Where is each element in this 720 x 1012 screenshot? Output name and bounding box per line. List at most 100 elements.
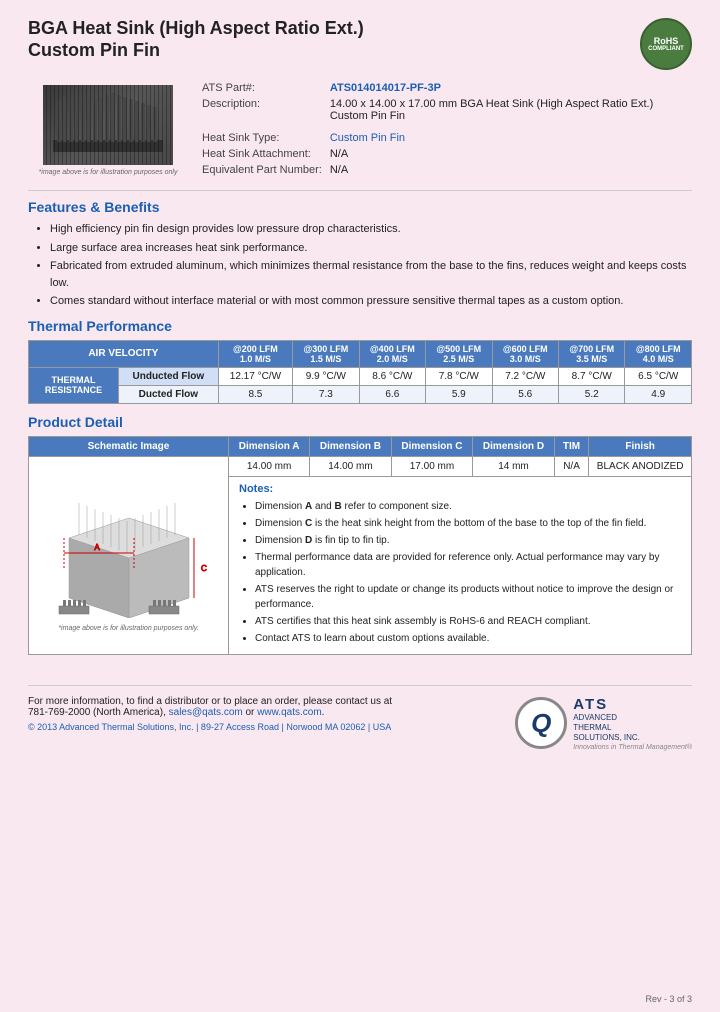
features-section: Features & Benefits High efficiency pin …: [28, 199, 692, 310]
note-item-2: Dimension D is fin tip to fin tip.: [255, 533, 681, 548]
footer-address: | 89-27 Access Road | Norwood MA 02062 |…: [196, 722, 391, 732]
attachment-value: N/A: [326, 146, 692, 162]
finish-value: BLACK ANODIZED: [589, 456, 692, 476]
unducted-val-3: 7.8 °C/W: [426, 367, 492, 385]
description-value: 14.00 x 14.00 x 17.00 mm BGA Heat Sink (…: [326, 96, 692, 124]
ducted-label: Ducted Flow: [119, 385, 219, 403]
dim-a-value: 14.00 mm: [229, 456, 310, 476]
dim-d-header: Dimension D: [473, 436, 555, 456]
col-header-1: @300 LFM 1.5 M/S: [293, 340, 359, 367]
thermal-performance-section: Thermal Performance AIR VELOCITY @200 LF…: [28, 318, 692, 404]
unducted-val-1: 9.9 °C/W: [293, 367, 359, 385]
page-number: Rev - 3 of 3: [645, 994, 692, 1004]
part-details: ATS Part#: ATS014014017-PF-3P Descriptio…: [188, 80, 692, 180]
notes-cell: Notes: Dimension A and B refer to compon…: [229, 476, 692, 654]
note-item-4: ATS reserves the right to update or chan…: [255, 582, 681, 612]
tim-header: TIM: [554, 436, 589, 456]
svg-text:C: C: [201, 564, 207, 573]
heatsink-type-label: Heat Sink Type:: [198, 130, 326, 146]
finish-header: Finish: [589, 436, 692, 456]
title-block: BGA Heat Sink (High Aspect Ratio Ext.) C…: [28, 18, 364, 61]
col-header-4: @600 LFM 3.0 M/S: [492, 340, 558, 367]
ats-text-block: ATS ADVANCED THERMAL SOLUTIONS, INC. Inn…: [573, 696, 692, 751]
ats-tagline: Innovations in Thermal Management®: [573, 744, 692, 751]
part-info-section: *image above is for illustration purpose…: [28, 80, 692, 180]
schematic-header: Schematic Image: [29, 436, 229, 456]
footer-logo: Q ATS ADVANCED THERMAL SOLUTIONS, INC. I…: [515, 696, 692, 751]
dim-c-header: Dimension C: [391, 436, 473, 456]
rohs-label: RoHS: [654, 36, 679, 46]
ducted-val-0: 8.5: [218, 385, 292, 403]
description-label: Description:: [198, 96, 326, 124]
dim-a-header: Dimension A: [229, 436, 310, 456]
notes-title: Notes:: [239, 483, 681, 495]
header-row: BGA Heat Sink (High Aspect Ratio Ext.) C…: [28, 18, 692, 70]
schematic-image-cell: A C: [29, 456, 229, 654]
col-header-0: @200 LFM 1.0 M/S: [218, 340, 292, 367]
col-header-6: @800 LFM 4.0 M/S: [625, 340, 692, 367]
ducted-val-5: 5.2: [558, 385, 624, 403]
ducted-val-4: 5.6: [492, 385, 558, 403]
col-header-2: @400 LFM 2.0 M/S: [359, 340, 425, 367]
feature-item: High efficiency pin fin design provides …: [50, 221, 692, 238]
ats-full2: THERMAL: [573, 723, 692, 733]
ducted-val-1: 7.3: [293, 385, 359, 403]
unducted-label: Unducted Flow: [119, 367, 219, 385]
note-item-6: Contact ATS to learn about custom option…: [255, 631, 681, 646]
equivalent-label: Equivalent Part Number:: [198, 162, 326, 178]
footer-or: or: [246, 707, 255, 718]
features-list: High efficiency pin fin design provides …: [28, 221, 692, 310]
col-header-3: @500 LFM 2.5 M/S: [426, 340, 492, 367]
ats-name: ATS: [573, 696, 692, 713]
note-item-1: Dimension C is the heat sink height from…: [255, 516, 681, 531]
ats-full3: SOLUTIONS, INC.: [573, 733, 692, 743]
footer-left: For more information, to find a distribu…: [28, 696, 392, 732]
dim-b-value: 14.00 mm: [310, 456, 392, 476]
unducted-val-5: 8.7 °C/W: [558, 367, 624, 385]
contact-text: For more information, to find a distribu…: [28, 696, 392, 707]
product-detail-title: Product Detail: [28, 414, 692, 430]
tim-value: N/A: [554, 456, 589, 476]
rohs-badge: RoHS COMPLIANT: [640, 18, 692, 70]
note-item-3: Thermal performance data are provided fo…: [255, 550, 681, 580]
svg-text:A: A: [94, 543, 100, 552]
notes-list: Dimension A and B refer to component siz…: [239, 499, 681, 646]
page: BGA Heat Sink (High Aspect Ratio Ext.) C…: [0, 0, 720, 1012]
product-image: [43, 85, 173, 165]
heatsink-type-value: Custom Pin Fin: [326, 130, 692, 146]
equivalent-value: N/A: [326, 162, 692, 178]
thermal-resistance-label: THERMAL RESISTANCE: [29, 367, 119, 403]
title-line2: Custom Pin Fin: [28, 40, 364, 62]
dim-c-value: 17.00 mm: [391, 456, 473, 476]
feature-item: Large surface area increases heat sink p…: [50, 240, 692, 257]
attachment-label: Heat Sink Attachment:: [198, 146, 326, 162]
ats-part-value: ATS014014017-PF-3P: [326, 80, 692, 96]
footer-phone: 781-769-2000 (North America),: [28, 707, 166, 718]
note-item-5: ATS certifies that this heat sink assemb…: [255, 614, 681, 629]
air-velocity-header: AIR VELOCITY: [29, 340, 219, 367]
features-title: Features & Benefits: [28, 199, 692, 215]
divider1: [28, 190, 692, 191]
product-image-block: *image above is for illustration purpose…: [28, 80, 188, 180]
thermal-performance-title: Thermal Performance: [28, 318, 692, 334]
ats-part-label: ATS Part#:: [198, 80, 326, 96]
unducted-val-6: 6.5 °C/W: [625, 367, 692, 385]
feature-item: Fabricated from extruded aluminum, which…: [50, 258, 692, 291]
ats-q-logo: Q: [515, 697, 567, 749]
ats-full1: ADVANCED: [573, 713, 692, 723]
thermal-table: AIR VELOCITY @200 LFM 1.0 M/S @300 LFM 1…: [28, 340, 692, 404]
footer: For more information, to find a distribu…: [28, 685, 692, 751]
footer-copyright: © 2013 Advanced Thermal Solutions, Inc. …: [28, 722, 392, 732]
dim-d-value: 14 mm: [473, 456, 555, 476]
unducted-val-2: 8.6 °C/W: [359, 367, 425, 385]
product-detail-section: Product Detail Schematic Image Dimension…: [28, 414, 692, 655]
unducted-val-0: 12.17 °C/W: [218, 367, 292, 385]
product-detail-outer: Schematic Image Dimension A Dimension B …: [28, 436, 692, 655]
footer-website[interactable]: www.qats.com: [257, 707, 321, 718]
image-caption: *image above is for illustration purpose…: [39, 169, 178, 176]
dim-b-header: Dimension B: [310, 436, 392, 456]
footer-email[interactable]: sales@qats.com: [169, 707, 243, 718]
ducted-val-6: 4.9: [625, 385, 692, 403]
contact-info: For more information, to find a distribu…: [28, 696, 392, 718]
schematic-caption: *image above is for illustration purpose…: [35, 625, 222, 632]
